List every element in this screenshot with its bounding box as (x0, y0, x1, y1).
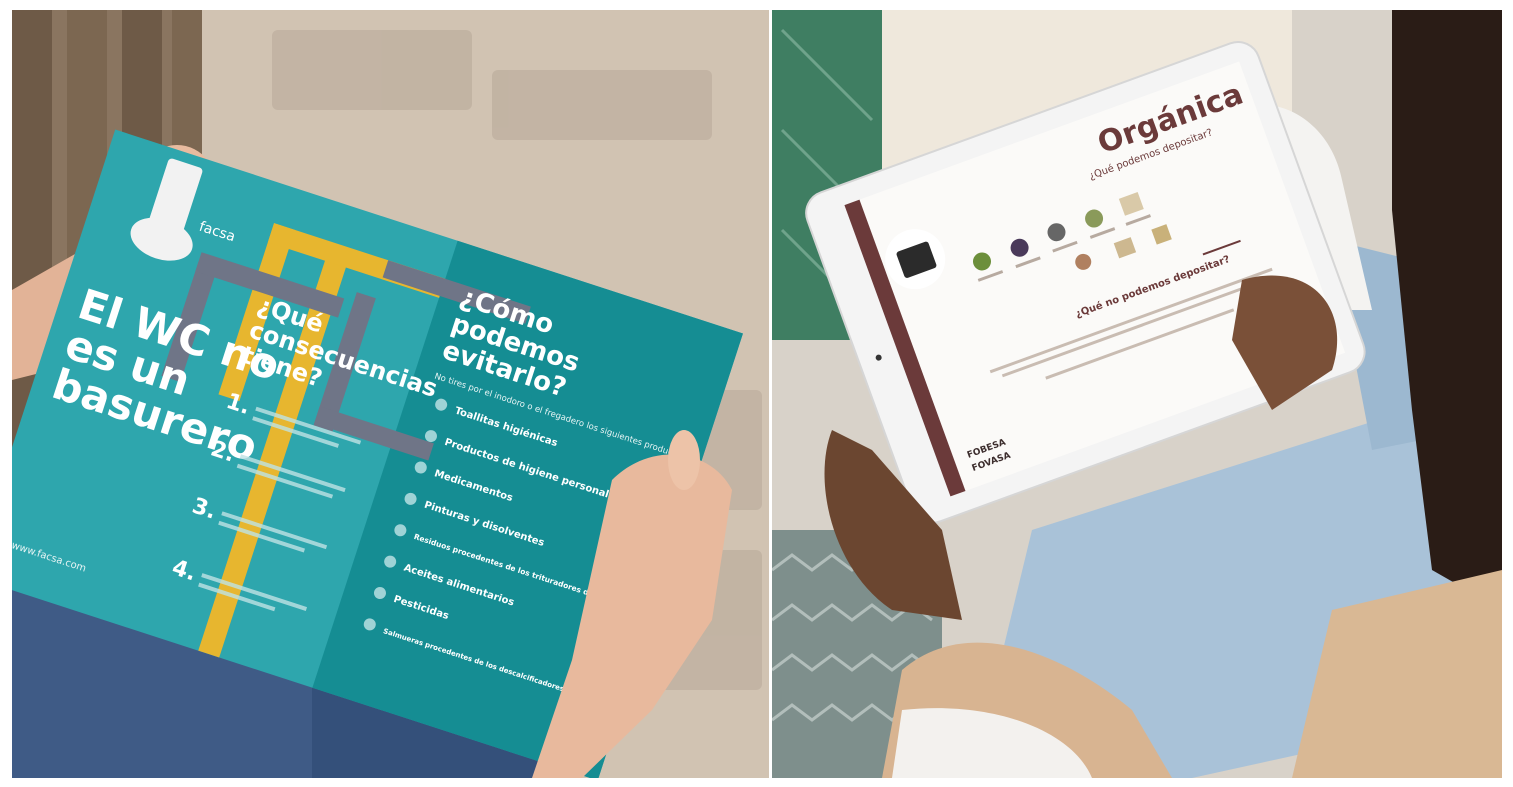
left-photo-scene: facsa El WC no es un basurero www.facsa.… (12, 10, 769, 778)
left-photo-brochure: facsa El WC no es un basurero www.facsa.… (12, 10, 769, 778)
photo-collage: facsa El WC no es un basurero www.facsa.… (12, 10, 1502, 778)
right-photo-scene: Orgánica ¿Qué podemos depositar? ¿Qué no… (772, 10, 1502, 778)
right-photo-tablet: Orgánica ¿Qué podemos depositar? ¿Qué no… (772, 10, 1502, 778)
